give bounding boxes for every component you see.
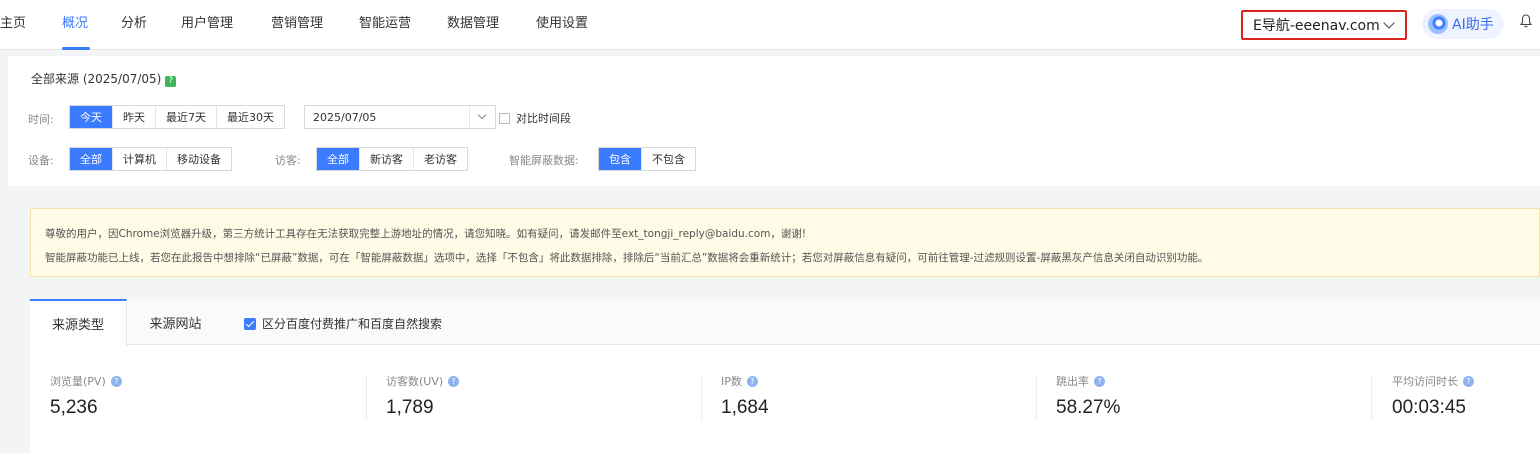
metric-bounce-rate: 跳出率? 58.27% [1056,373,1376,419]
device-option-mobile[interactable]: 移动设备 [166,148,231,170]
device-label: 设备: [28,154,54,167]
visitor-option-new[interactable]: 新访客 [359,148,413,170]
compare-period-label: 对比时间段 [516,112,571,125]
ai-assistant-label: AI助手 [1452,17,1494,33]
time-option-today[interactable]: 今天 [70,106,112,128]
tab-source-site[interactable]: 来源网站 [127,299,224,345]
metric-pv: 浏览量(PV)? 5,236 [50,373,370,419]
divider [1036,375,1037,421]
chevron-down-icon [477,110,487,120]
report-title: 全部来源 (2025/07/05)? [31,70,177,87]
device-option-all[interactable]: 全部 [70,148,112,170]
time-range-selector: 今天 昨天 最近7天 最近30天 [69,105,285,129]
date-picker-value: 2025/07/05 [313,110,377,124]
top-navigation: 主页 概况 分析 用户管理 营销管理 智能运营 数据管理 使用设置 E导航-ee… [0,0,1540,50]
checkbox-icon [499,112,510,124]
help-icon[interactable]: ? [448,375,460,387]
site-selector[interactable]: E导航-eeenav.com [1241,10,1407,40]
metric-value: 00:03:45 [1392,397,1466,418]
source-tab-bar: 来源类型 来源网站 区分百度付费推广和百度自然搜索 [30,299,1540,346]
visitor-label: 访客: [275,154,301,167]
bell-icon[interactable] [1520,14,1532,28]
help-icon[interactable]: ? [1094,375,1105,387]
metric-label: 访客数(UV) [386,375,444,388]
metric-value: 1,684 [721,397,769,418]
distinguish-baidu-label: 区分百度付费推广和百度自然搜索 [262,317,443,331]
divider [701,375,702,421]
visitor-selector: 全部 新访客 老访客 [316,147,468,171]
time-option-last-30-days[interactable]: 最近30天 [216,106,284,128]
divider [1371,375,1372,421]
metric-value: 5,236 [50,397,98,418]
help-icon[interactable]: ? [165,76,177,87]
metric-label: 跳出率 [1056,375,1089,388]
checkbox-checked-icon [244,317,256,330]
tab-source-type[interactable]: 来源类型 [30,299,127,346]
compare-period-checkbox[interactable]: 对比时间段 [499,110,571,126]
metric-label: 平均访问时长 [1392,375,1458,388]
smart-option-include[interactable]: 包含 [599,148,641,170]
divider [366,375,367,421]
visitor-option-returning[interactable]: 老访客 [413,148,467,170]
help-icon[interactable]: ? [110,375,122,387]
chevron-down-icon [1383,17,1395,29]
metric-ip: IP数? 1,684 [721,373,1041,419]
time-label: 时间: [28,113,54,126]
nav-item-smart-ops[interactable]: 智能运营 [359,15,411,33]
ai-assistant-button[interactable]: AI助手 [1422,9,1504,39]
distinguish-baidu-checkbox[interactable]: 区分百度付费推广和百度自然搜索 [244,315,442,332]
site-selector-value: E导航-eeenav.com [1253,18,1380,34]
nav-item-user-management[interactable]: 用户管理 [181,15,233,33]
data-panel: 来源类型 来源网站 区分百度付费推广和百度自然搜索 浏览量(PV)? 5,236… [30,299,1540,453]
nav-item-marketing[interactable]: 营销管理 [271,15,323,33]
date-picker[interactable]: 2025/07/05 [304,105,496,129]
filter-panel: 全部来源 (2025/07/05)? 时间: 今天 昨天 最近7天 最近30天 … [8,56,1540,186]
nav-item-settings[interactable]: 使用设置 [536,15,588,33]
smart-option-exclude[interactable]: 不包含 [641,148,695,170]
report-title-text: 全部来源 (2025/07/05) [31,72,162,86]
metric-label: IP数 [721,375,742,388]
ai-assistant-icon [1428,14,1448,34]
date-picker-dropdown[interactable] [469,106,495,128]
metric-value: 1,789 [386,397,434,418]
metric-label: 浏览量(PV) [50,375,106,388]
metric-uv: 访客数(UV)? 1,789 [386,373,706,419]
nav-item-data-management[interactable]: 数据管理 [447,15,499,33]
notice-banner: 尊敬的用户，因Chrome浏览器升级，第三方统计工具存在无法获取完整上游地址的情… [30,208,1540,277]
time-option-yesterday[interactable]: 昨天 [112,106,155,128]
active-tab-indicator [62,47,90,50]
nav-item-analysis[interactable]: 分析 [121,15,147,33]
smart-filter-label: 智能屏蔽数据: [509,154,579,167]
visitor-option-all[interactable]: 全部 [317,148,359,170]
nav-item-home[interactable]: 主页 [0,15,26,33]
help-icon[interactable]: ? [1463,375,1474,387]
help-icon[interactable]: ? [746,375,758,387]
time-option-last-7-days[interactable]: 最近7天 [155,106,216,128]
nav-item-overview[interactable]: 概况 [62,15,88,33]
device-option-computer[interactable]: 计算机 [112,148,166,170]
device-selector: 全部 计算机 移动设备 [69,147,232,171]
smart-filter-selector: 包含 不包含 [598,147,696,171]
metric-value: 58.27% [1056,397,1121,418]
notice-line-1: 尊敬的用户，因Chrome浏览器升级，第三方统计工具存在无法获取完整上游地址的情… [45,228,807,240]
metric-avg-duration: 平均访问时长? 00:03:45 [1392,373,1540,419]
notice-line-2: 智能屏蔽功能已上线，若您在此报告中想排除“已屏蔽”数据，可在「智能屏蔽数据」选项… [45,252,1209,264]
